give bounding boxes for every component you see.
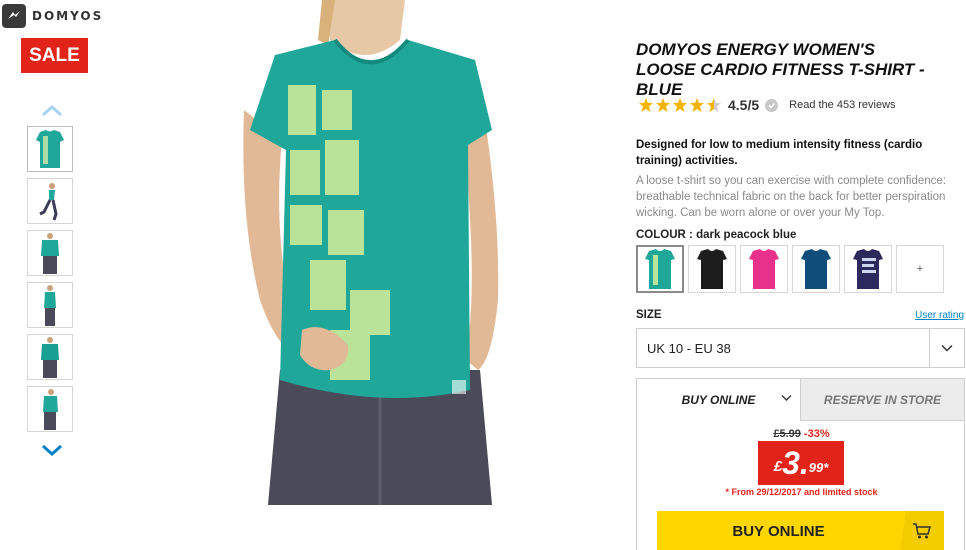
- thumbnail-list: [27, 126, 73, 438]
- domyos-logo-icon: [2, 4, 26, 28]
- buy-online-button-label: BUY ONLINE: [732, 522, 825, 540]
- thumbnail-model-side[interactable]: [27, 282, 73, 328]
- reviews-link[interactable]: Read the 453 reviews: [789, 99, 895, 111]
- info-icon[interactable]: [765, 98, 779, 112]
- swatch-dark-peacock-blue[interactable]: [636, 245, 684, 293]
- swatch-purple-print[interactable]: [844, 245, 892, 293]
- brand-name: DOMYOS: [32, 9, 104, 23]
- main-product-image[interactable]: [230, 0, 530, 505]
- star-full-icon: [690, 98, 704, 112]
- more-colours-button[interactable]: +: [896, 245, 944, 293]
- user-rating-link[interactable]: User rating: [915, 310, 964, 321]
- star-full-icon: [656, 98, 670, 112]
- product-summary: Designed for low to medium intensity fit…: [636, 139, 923, 167]
- tab-buy-online-label: BUY ONLINE: [681, 393, 756, 407]
- swatch-pink[interactable]: [740, 245, 788, 293]
- tab-buy-online[interactable]: BUY ONLINE: [637, 379, 800, 421]
- colour-label: COLOUR : dark peacock blue: [636, 229, 796, 241]
- current-price: £3. 99*: [758, 441, 844, 485]
- thumbnail-front[interactable]: [27, 126, 73, 172]
- star-full-icon: [639, 98, 653, 112]
- size-select[interactable]: UK 10 - EU 38: [636, 328, 965, 368]
- purchase-box: BUY ONLINE RESERVE IN STORE £5.99 -33% £…: [636, 378, 965, 550]
- chevron-down-icon: [930, 328, 964, 368]
- cart-icon: [900, 511, 944, 550]
- old-price-row: £5.99 -33%: [637, 428, 966, 440]
- swatch-navy[interactable]: [792, 245, 840, 293]
- thumbnail-model-front[interactable]: [27, 230, 73, 276]
- product-description: A loose t-shirt so you can exercise with…: [636, 175, 947, 219]
- swatch-black[interactable]: [688, 245, 736, 293]
- thumbnails-down-button[interactable]: [40, 442, 64, 458]
- size-label: SIZE: [636, 309, 662, 321]
- chevron-down-icon: [42, 444, 62, 456]
- rating-row: 4.5/5 Read the 453 reviews: [638, 96, 896, 114]
- thumbnail-action[interactable]: [27, 178, 73, 224]
- old-price: £5.99: [773, 428, 801, 440]
- rating-stars: [638, 97, 722, 113]
- sale-badge: SALE: [21, 38, 88, 73]
- purchase-tabs: BUY ONLINE RESERVE IN STORE: [637, 379, 964, 421]
- price-note: * From 29/12/2017 and limited stock: [725, 487, 878, 497]
- brand-logo[interactable]: DOMYOS: [2, 4, 103, 28]
- discount-percent: -33%: [803, 428, 830, 440]
- colour-value: dark peacock blue: [696, 229, 797, 241]
- tab-reserve-in-store[interactable]: RESERVE IN STORE: [800, 379, 964, 421]
- thumbnail-model-turn[interactable]: [27, 386, 73, 432]
- product-title: DOMYOS ENERGY WOMEN'S LOOSE CARDIO FITNE…: [636, 40, 925, 99]
- price-currency: £: [773, 457, 783, 475]
- rating-value: 4.5/5: [728, 97, 760, 113]
- chevron-up-icon: [42, 105, 62, 117]
- price-decimal: 99*: [808, 459, 829, 475]
- chevron-down-icon: [781, 395, 792, 401]
- star-half-icon: [707, 98, 721, 112]
- colour-label-text: COLOUR :: [636, 229, 697, 241]
- colour-swatches: +: [636, 245, 944, 293]
- thumbnails-up-button[interactable]: [40, 103, 64, 119]
- thumbnail-model-back[interactable]: [27, 334, 73, 380]
- star-full-icon: [673, 98, 687, 112]
- buy-online-button[interactable]: BUY ONLINE: [657, 511, 944, 550]
- size-selected-value: UK 10 - EU 38: [647, 340, 731, 356]
- price-whole: 3.: [782, 445, 809, 481]
